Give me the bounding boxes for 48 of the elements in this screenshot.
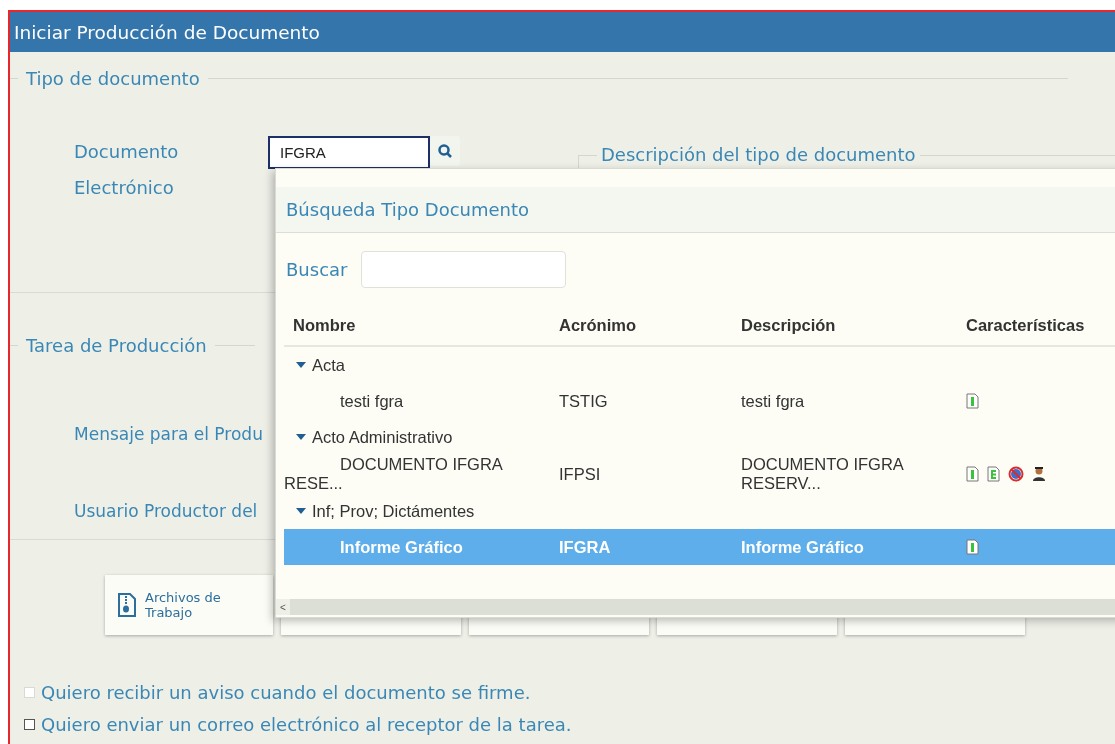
checkbox[interactable] (24, 718, 35, 730)
section-legend: Tarea de Producción (26, 335, 207, 356)
column-header: Acrónimo (550, 304, 732, 347)
field-label: Mensaje para el Produ (74, 423, 263, 446)
section-legend: Tipo de documento (26, 68, 200, 89)
table-cell-text: DOCUMENTO IFGRA RESERV... (740, 455, 905, 493)
window-title: Iniciar Producción de Documento (14, 21, 320, 43)
search-field[interactable] (361, 251, 567, 288)
document-icon (966, 466, 979, 482)
column-header: Características (957, 304, 1115, 347)
table-cell-text: IFGRA (558, 537, 612, 557)
horizontal-scrollbar[interactable]: < (276, 599, 1115, 615)
search-label: Buscar (286, 257, 348, 282)
document-icon (966, 393, 979, 409)
column-header: Descripción (732, 304, 957, 347)
document-input[interactable]: IFGRA (268, 136, 430, 169)
field-label: Usuario Productor del (74, 500, 258, 523)
table-cell-text: TSTIG (558, 391, 609, 411)
checkbox-label: Quiero recibir un aviso cuando el documento se firme. (41, 681, 531, 703)
zip-file-icon (117, 592, 137, 618)
table-cell-text: IFPSI (558, 464, 602, 484)
field-label: Documento (74, 140, 179, 164)
table-cell-text: DOCUMENTO IFGRA RESE... (284, 455, 504, 493)
prohibited-icon (1008, 466, 1024, 482)
scroll-left-button[interactable]: < (276, 599, 290, 615)
search-icon (437, 143, 453, 159)
document-icon (966, 539, 979, 555)
document-icon (987, 466, 1000, 482)
caret-icon (296, 434, 306, 440)
search-button[interactable] (430, 136, 460, 166)
field-label: Electrónico (74, 176, 174, 200)
popup-title: Búsqueda Tipo Documento (286, 199, 530, 220)
tree-group[interactable]: Inf; Prov; Dictámentes (284, 493, 1115, 529)
caret-icon (296, 362, 306, 368)
checkbox-label: Quiero enviar un correo electrónico al receptor de la tarea. (41, 713, 572, 735)
tree-group[interactable]: Acta (284, 347, 1115, 383)
table-cell-text: Informe Gráfico (339, 537, 464, 557)
table-cell-text: testi fgra (740, 391, 806, 411)
table-cell-text: testi fgra (339, 391, 405, 411)
section-legend: Descripción del tipo de documento (597, 144, 920, 165)
table-cell-text: Informe Gráfico (740, 537, 865, 557)
table-row[interactable]: testi fgra TSTIG testi fgra (284, 383, 1115, 419)
work-files-button[interactable]: Archivos de Trabajo (105, 575, 273, 635)
tree-group[interactable]: Acto Administrativo (284, 419, 1115, 455)
caret-icon (296, 508, 306, 514)
table-row[interactable]: DOCUMENTO IFGRA RESE... IFPSI DOCUMENTO IFGRA RESERV... (284, 455, 1115, 493)
column-header: Nombre (284, 304, 550, 347)
person-icon (1032, 466, 1046, 482)
